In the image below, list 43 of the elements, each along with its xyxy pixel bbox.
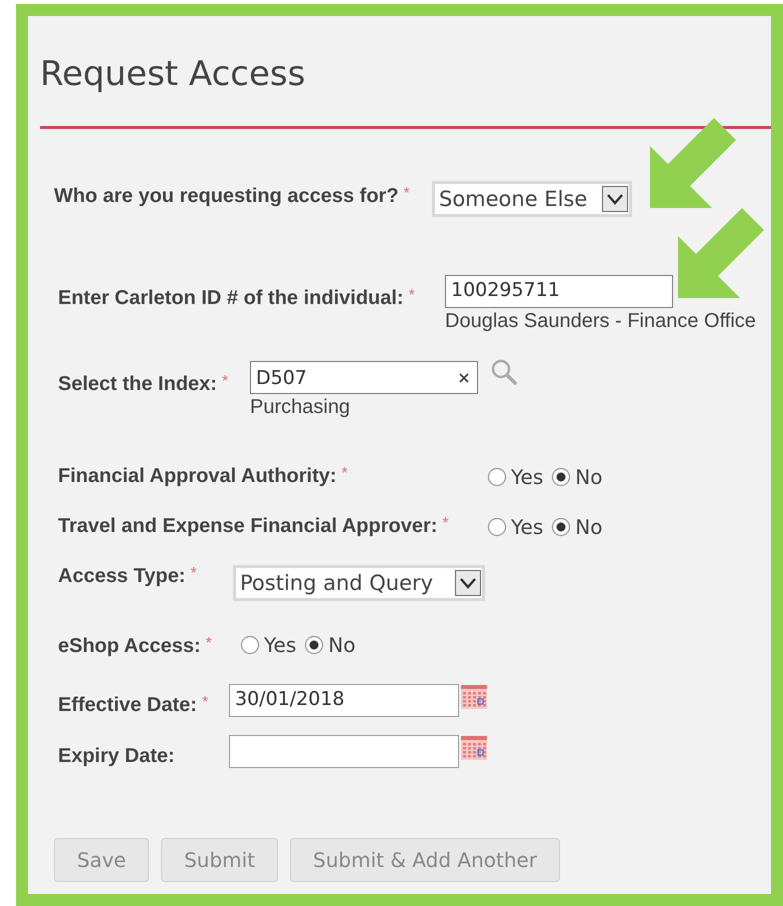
field-label: Expiry Date: [58, 745, 175, 768]
required-marker: * [190, 565, 197, 583]
radio-option[interactable]: Yes [487, 515, 544, 539]
radio-button[interactable] [240, 635, 260, 655]
required-marker: * [342, 465, 348, 483]
required-marker: * [222, 373, 228, 391]
radio-button[interactable] [551, 517, 572, 537]
radio-button[interactable] [487, 467, 507, 487]
date-field[interactable]: 30/01/2018 [229, 684, 459, 717]
radio-option[interactable]: No [551, 465, 602, 489]
radio-option[interactable]: Yes [240, 633, 296, 657]
lookup-result: Douglas Saunders - Finance Office [445, 310, 756, 333]
radio-option[interactable]: No [551, 515, 602, 539]
field-label: Enter Carleton ID # of the individual: [58, 287, 404, 310]
required-marker: * [202, 694, 208, 712]
chevron-down-icon [455, 570, 481, 596]
calendar-icon[interactable] [461, 736, 487, 760]
required-marker: * [206, 635, 212, 653]
chevron-down-icon [602, 186, 628, 212]
field-label: Who are you requesting access for? [54, 185, 399, 208]
field-label: Select the Index: [58, 373, 217, 396]
dropdown[interactable]: Posting and Query [233, 565, 485, 601]
input-field[interactable]: 100295711 [445, 275, 673, 308]
required-marker: * [442, 515, 449, 533]
required-marker: * [408, 287, 415, 305]
radio-option[interactable]: No [304, 633, 356, 657]
lookup-result: Purchasing [250, 396, 352, 419]
page-title: Request Access [40, 53, 306, 94]
radio-button[interactable] [304, 635, 324, 655]
date-field[interactable] [229, 735, 459, 768]
radio-button[interactable] [551, 467, 572, 487]
field-label: Travel and Expense Financial Approver: [58, 515, 438, 538]
field-label: Financial Approval Authority: [58, 465, 337, 488]
field-label: Access Type: [58, 565, 186, 588]
input-field[interactable]: D507 [250, 361, 478, 394]
field-label: Effective Date: [58, 694, 197, 717]
required-marker: * [404, 185, 410, 203]
calendar-icon[interactable] [461, 684, 487, 708]
field-label: eShop Access: [58, 635, 201, 658]
radio-button[interactable] [487, 517, 507, 537]
radio-option[interactable]: Yes [487, 465, 544, 489]
clear-icon[interactable] [459, 372, 469, 382]
dropdown[interactable]: Someone Else [432, 181, 632, 217]
